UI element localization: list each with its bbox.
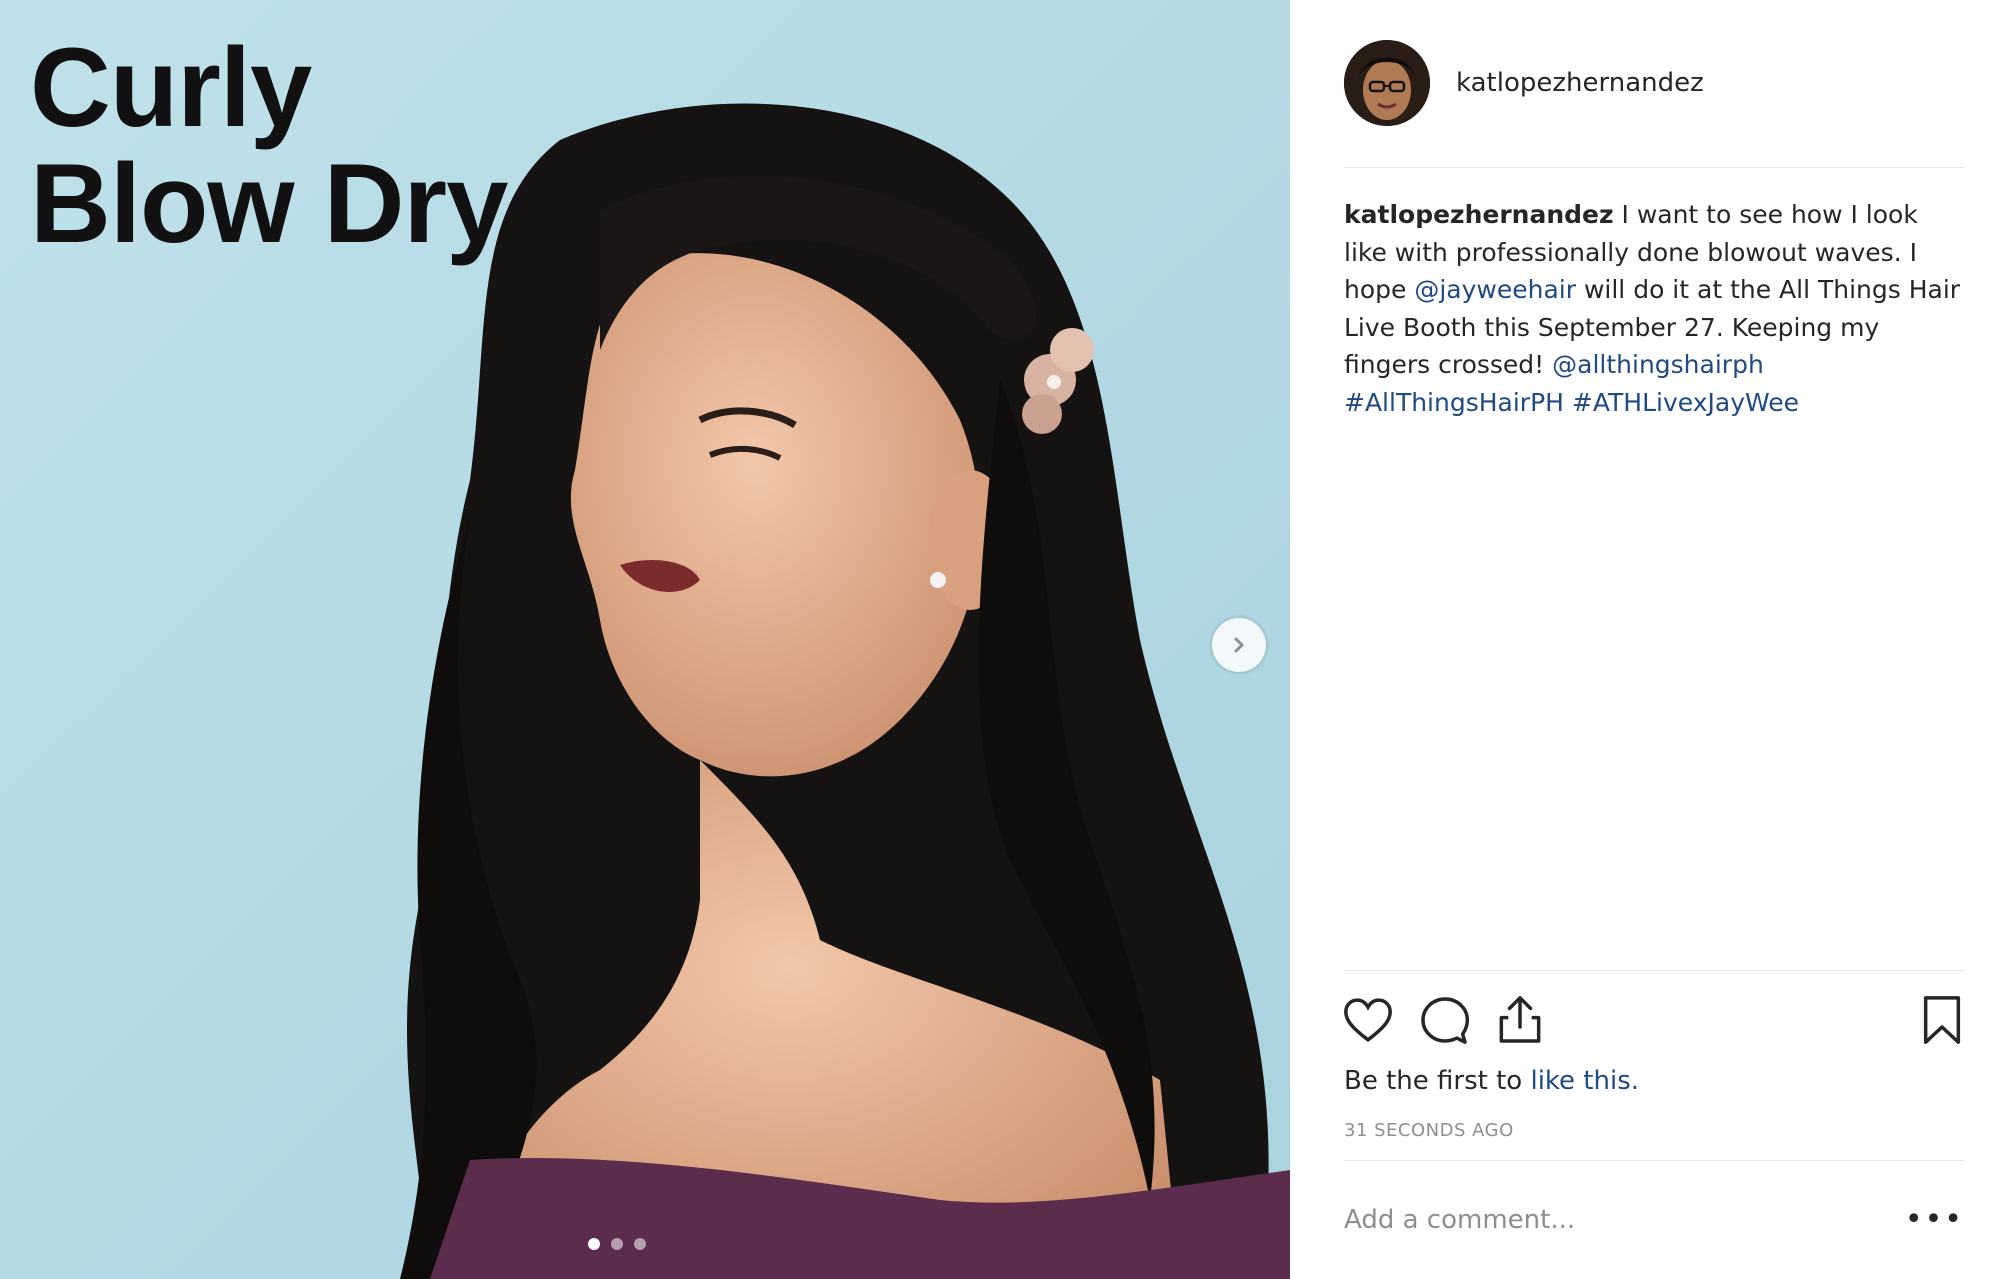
- carousel-next-button[interactable]: [1212, 618, 1266, 672]
- carousel-dot-2: [611, 1238, 623, 1250]
- hashtag-allthingshairph[interactable]: #AllThingsHairPH: [1344, 388, 1564, 417]
- overlay-title-line-1: Curly: [30, 25, 312, 150]
- like-button[interactable]: [1340, 992, 1396, 1048]
- bookmark-icon: [1923, 996, 1961, 1044]
- comment-divider: [1344, 1160, 1964, 1161]
- post-caption: katlopezhernandez I want to see how I lo…: [1344, 196, 1964, 421]
- post-timestamp[interactable]: 31 SECONDS AGO: [1344, 1120, 1514, 1141]
- comment-box: •••: [1344, 1180, 1964, 1260]
- caption-text-4: [1564, 388, 1572, 417]
- mention-allthingshairph[interactable]: @allthingshairph: [1552, 350, 1764, 379]
- share-button[interactable]: [1492, 992, 1548, 1048]
- carousel-dot-1: [588, 1238, 600, 1250]
- chevron-right-icon: [1234, 637, 1244, 653]
- post-actions: [1340, 992, 1970, 1052]
- author-username[interactable]: katlopezhernandez: [1456, 68, 1704, 98]
- header-divider: [1344, 167, 1964, 168]
- more-options-button[interactable]: •••: [1905, 1205, 1964, 1235]
- share-icon: [1499, 996, 1541, 1043]
- caption-username[interactable]: katlopezhernandez: [1344, 200, 1614, 229]
- mention-jayweehair[interactable]: @jayweehair: [1414, 275, 1576, 304]
- overlay-title: Curly Blow Dry: [30, 25, 508, 266]
- heart-icon: [1344, 998, 1392, 1043]
- post-header: katlopezhernandez: [1344, 40, 1964, 126]
- comment-input[interactable]: [1344, 1205, 1864, 1235]
- likes-prefix: Be the first to: [1344, 1066, 1531, 1096]
- carousel-indicator: [588, 1238, 646, 1250]
- actions-divider: [1344, 970, 1964, 971]
- avatar[interactable]: [1344, 40, 1430, 126]
- post-sidebar: katlopezhernandez katlopezhernandez I wa…: [1290, 0, 2000, 1279]
- post-image[interactable]: Curly Blow Dry: [0, 0, 1290, 1279]
- comment-button[interactable]: [1416, 992, 1472, 1048]
- save-button[interactable]: [1914, 992, 1970, 1048]
- like-this-link[interactable]: like this.: [1530, 1066, 1639, 1096]
- hashtag-athlivexjaywee[interactable]: #ATHLivexJayWee: [1572, 388, 1799, 417]
- carousel-dot-3: [634, 1238, 646, 1250]
- comment-icon: [1421, 997, 1470, 1044]
- likes-summary: Be the first to like this.: [1344, 1066, 1639, 1096]
- overlay-title-line-2: Blow Dry: [30, 141, 508, 266]
- user-avatar-icon: [1344, 40, 1430, 126]
